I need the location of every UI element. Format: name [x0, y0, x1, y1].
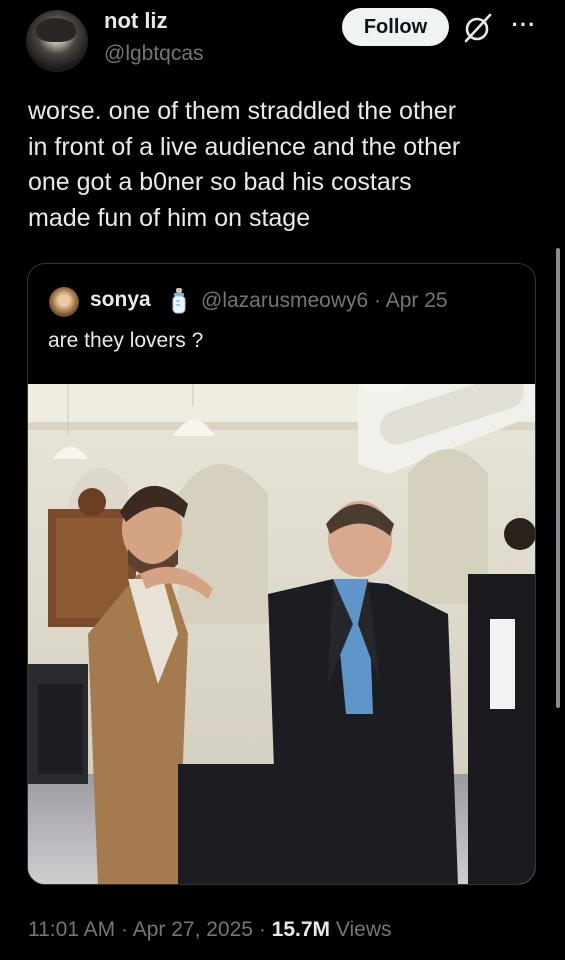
- meta-separator: ·: [121, 918, 129, 941]
- author-display-name[interactable]: not liz: [104, 8, 168, 34]
- tweet-date[interactable]: Apr 27, 2025: [133, 918, 253, 941]
- follow-button[interactable]: Follow: [342, 8, 449, 46]
- tweet-meta: 11:01 AM · Apr 27, 2025 · 15.7M Views: [28, 918, 392, 942]
- quote-text: are they lovers ?: [48, 329, 204, 352]
- tweet-text: worse. one of them straddled the other i…: [28, 97, 461, 232]
- views-label[interactable]: Views: [336, 918, 392, 941]
- quote-photo[interactable]: [28, 384, 535, 884]
- baby-bottle-emoji-icon: [168, 286, 190, 316]
- grok-icon[interactable]: [460, 10, 496, 46]
- tweet-time[interactable]: 11:01 AM: [28, 918, 115, 941]
- views-count[interactable]: 15.7M: [272, 918, 330, 941]
- quoted-tweet-card[interactable]: sonya @lazarusmeowy6 · Apr 25 are they l…: [27, 263, 536, 885]
- quote-handle-and-date[interactable]: @lazarusmeowy6 · Apr 25: [201, 289, 448, 313]
- quote-author-display-name[interactable]: sonya: [90, 288, 151, 312]
- quote-author-avatar[interactable]: [49, 287, 79, 317]
- scrollbar[interactable]: [556, 248, 560, 708]
- author-avatar[interactable]: [26, 10, 88, 72]
- author-handle[interactable]: @lgbtqcas: [104, 42, 204, 66]
- meta-separator: ·: [258, 918, 266, 941]
- more-options-icon[interactable]: ···: [507, 10, 541, 40]
